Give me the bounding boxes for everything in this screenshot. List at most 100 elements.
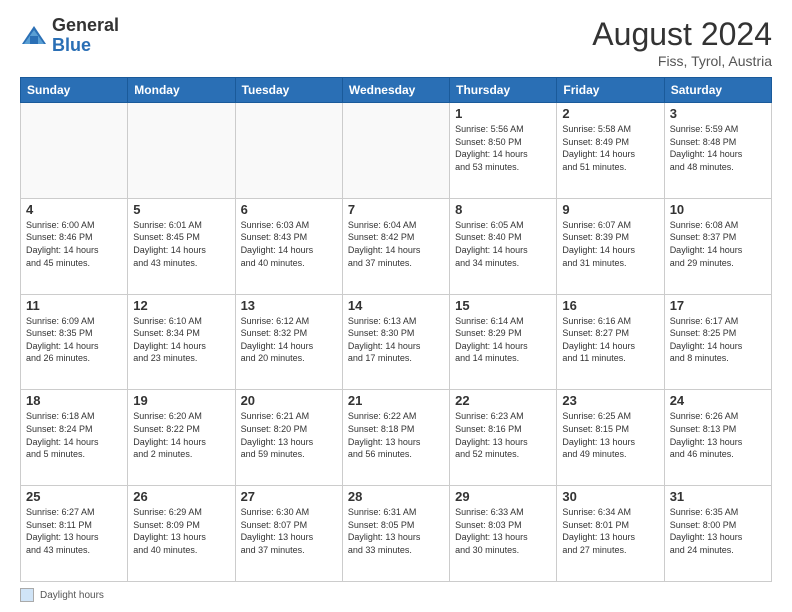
calendar-week-2: 4 Sunrise: 6:00 AM Sunset: 8:46 PM Daylig… xyxy=(21,198,772,294)
day-info: Sunrise: 6:14 AM Sunset: 8:29 PM Dayligh… xyxy=(455,315,551,365)
month-year: August 2024 xyxy=(592,16,772,53)
day-number: 31 xyxy=(670,489,766,504)
title-block: August 2024 Fiss, Tyrol, Austria xyxy=(592,16,772,69)
day-info: Sunrise: 6:08 AM Sunset: 8:37 PM Dayligh… xyxy=(670,219,766,269)
table-row xyxy=(21,103,128,199)
table-row: 7 Sunrise: 6:04 AM Sunset: 8:42 PM Daylig… xyxy=(342,198,449,294)
col-saturday: Saturday xyxy=(664,78,771,103)
day-info: Sunrise: 6:18 AM Sunset: 8:24 PM Dayligh… xyxy=(26,410,122,460)
table-row xyxy=(128,103,235,199)
day-number: 30 xyxy=(562,489,658,504)
day-number: 7 xyxy=(348,202,444,217)
calendar-week-3: 11 Sunrise: 6:09 AM Sunset: 8:35 PM Dayli… xyxy=(21,294,772,390)
table-row: 28Sunrise: 6:31 AM Sunset: 8:05 PM Dayli… xyxy=(342,486,449,582)
table-row: 22 Sunrise: 6:23 AM Sunset: 8:16 PM Dayli… xyxy=(450,390,557,486)
day-info: Sunrise: 6:23 AM Sunset: 8:16 PM Dayligh… xyxy=(455,410,551,460)
day-number: 17 xyxy=(670,298,766,313)
day-number: 3 xyxy=(670,106,766,121)
day-info: Sunrise: 6:01 AM Sunset: 8:45 PM Dayligh… xyxy=(133,219,229,269)
calendar-table: Sunday Monday Tuesday Wednesday Thursday… xyxy=(20,77,772,582)
logo-text: General Blue xyxy=(52,16,119,56)
table-row: 10 Sunrise: 6:08 AM Sunset: 8:37 PM Dayli… xyxy=(664,198,771,294)
day-info: Sunrise: 6:17 AM Sunset: 8:25 PM Dayligh… xyxy=(670,315,766,365)
footer: Daylight hours xyxy=(20,588,772,602)
table-row: 13Sunrise: 6:12 AM Sunset: 8:32 PM Dayli… xyxy=(235,294,342,390)
table-row: 16 Sunrise: 6:16 AM Sunset: 8:27 PM Dayli… xyxy=(557,294,664,390)
table-row: 8 Sunrise: 6:05 AM Sunset: 8:40 PM Daylig… xyxy=(450,198,557,294)
col-sunday: Sunday xyxy=(21,78,128,103)
day-info: Sunrise: 6:07 AM Sunset: 8:39 PM Dayligh… xyxy=(562,219,658,269)
day-info: Sunrise: 6:13 AM Sunset: 8:30 PM Dayligh… xyxy=(348,315,444,365)
table-row: 5 Sunrise: 6:01 AM Sunset: 8:45 PM Daylig… xyxy=(128,198,235,294)
table-row: 30Sunrise: 6:34 AM Sunset: 8:01 PM Dayli… xyxy=(557,486,664,582)
day-number: 20 xyxy=(241,393,337,408)
table-row: 17 Sunrise: 6:17 AM Sunset: 8:25 PM Dayli… xyxy=(664,294,771,390)
day-number: 8 xyxy=(455,202,551,217)
col-friday: Friday xyxy=(557,78,664,103)
day-number: 25 xyxy=(26,489,122,504)
day-number: 9 xyxy=(562,202,658,217)
logo-general-text: General xyxy=(52,16,119,36)
day-info: Sunrise: 6:22 AM Sunset: 8:18 PM Dayligh… xyxy=(348,410,444,460)
table-row: 27 Sunrise: 6:30 AM Sunset: 8:07 PM Dayli… xyxy=(235,486,342,582)
table-row: 25 Sunrise: 6:27 AM Sunset: 8:11 PM Dayli… xyxy=(21,486,128,582)
calendar-week-1: 1Sunrise: 5:56 AM Sunset: 8:50 PM Daylig… xyxy=(21,103,772,199)
day-number: 24 xyxy=(670,393,766,408)
col-monday: Monday xyxy=(128,78,235,103)
day-info: Sunrise: 6:00 AM Sunset: 8:46 PM Dayligh… xyxy=(26,219,122,269)
day-info: Sunrise: 6:33 AM Sunset: 8:03 PM Dayligh… xyxy=(455,506,551,556)
table-row: 1Sunrise: 5:56 AM Sunset: 8:50 PM Daylig… xyxy=(450,103,557,199)
table-row: 24 Sunrise: 6:26 AM Sunset: 8:13 PM Dayli… xyxy=(664,390,771,486)
day-info: Sunrise: 5:56 AM Sunset: 8:50 PM Dayligh… xyxy=(455,123,551,173)
table-row: 19Sunrise: 6:20 AM Sunset: 8:22 PM Dayli… xyxy=(128,390,235,486)
day-number: 23 xyxy=(562,393,658,408)
day-number: 27 xyxy=(241,489,337,504)
day-number: 11 xyxy=(26,298,122,313)
legend-label: Daylight hours xyxy=(40,590,104,601)
table-row: 6Sunrise: 6:03 AM Sunset: 8:43 PM Daylig… xyxy=(235,198,342,294)
day-info: Sunrise: 6:26 AM Sunset: 8:13 PM Dayligh… xyxy=(670,410,766,460)
table-row: 11 Sunrise: 6:09 AM Sunset: 8:35 PM Dayli… xyxy=(21,294,128,390)
day-number: 18 xyxy=(26,393,122,408)
day-number: 2 xyxy=(562,106,658,121)
location: Fiss, Tyrol, Austria xyxy=(592,53,772,69)
day-number: 5 xyxy=(133,202,229,217)
day-info: Sunrise: 6:27 AM Sunset: 8:11 PM Dayligh… xyxy=(26,506,122,556)
day-info: Sunrise: 6:21 AM Sunset: 8:20 PM Dayligh… xyxy=(241,410,337,460)
calendar-header-row: Sunday Monday Tuesday Wednesday Thursday… xyxy=(21,78,772,103)
table-row: 26 Sunrise: 6:29 AM Sunset: 8:09 PM Dayli… xyxy=(128,486,235,582)
day-info: Sunrise: 6:03 AM Sunset: 8:43 PM Dayligh… xyxy=(241,219,337,269)
day-number: 22 xyxy=(455,393,551,408)
page: General Blue August 2024 Fiss, Tyrol, Au… xyxy=(0,0,792,612)
table-row: 21Sunrise: 6:22 AM Sunset: 8:18 PM Dayli… xyxy=(342,390,449,486)
day-info: Sunrise: 6:05 AM Sunset: 8:40 PM Dayligh… xyxy=(455,219,551,269)
table-row: 4 Sunrise: 6:00 AM Sunset: 8:46 PM Daylig… xyxy=(21,198,128,294)
table-row: 29 Sunrise: 6:33 AM Sunset: 8:03 PM Dayli… xyxy=(450,486,557,582)
day-info: Sunrise: 6:04 AM Sunset: 8:42 PM Dayligh… xyxy=(348,219,444,269)
day-number: 4 xyxy=(26,202,122,217)
day-info: Sunrise: 6:20 AM Sunset: 8:22 PM Dayligh… xyxy=(133,410,229,460)
legend-box xyxy=(20,588,34,602)
day-number: 29 xyxy=(455,489,551,504)
day-number: 26 xyxy=(133,489,229,504)
day-info: Sunrise: 6:10 AM Sunset: 8:34 PM Dayligh… xyxy=(133,315,229,365)
day-info: Sunrise: 6:09 AM Sunset: 8:35 PM Dayligh… xyxy=(26,315,122,365)
day-info: Sunrise: 5:59 AM Sunset: 8:48 PM Dayligh… xyxy=(670,123,766,173)
table-row: 23Sunrise: 6:25 AM Sunset: 8:15 PM Dayli… xyxy=(557,390,664,486)
table-row: 14 Sunrise: 6:13 AM Sunset: 8:30 PM Dayli… xyxy=(342,294,449,390)
table-row: 12Sunrise: 6:10 AM Sunset: 8:34 PM Dayli… xyxy=(128,294,235,390)
day-number: 10 xyxy=(670,202,766,217)
day-info: Sunrise: 6:30 AM Sunset: 8:07 PM Dayligh… xyxy=(241,506,337,556)
calendar-week-5: 25 Sunrise: 6:27 AM Sunset: 8:11 PM Dayli… xyxy=(21,486,772,582)
col-tuesday: Tuesday xyxy=(235,78,342,103)
table-row: 3 Sunrise: 5:59 AM Sunset: 8:48 PM Daylig… xyxy=(664,103,771,199)
table-row: 31Sunrise: 6:35 AM Sunset: 8:00 PM Dayli… xyxy=(664,486,771,582)
day-number: 13 xyxy=(241,298,337,313)
table-row: 20 Sunrise: 6:21 AM Sunset: 8:20 PM Dayli… xyxy=(235,390,342,486)
table-row: 9 Sunrise: 6:07 AM Sunset: 8:39 PM Daylig… xyxy=(557,198,664,294)
table-row xyxy=(342,103,449,199)
day-number: 14 xyxy=(348,298,444,313)
day-info: Sunrise: 6:16 AM Sunset: 8:27 PM Dayligh… xyxy=(562,315,658,365)
day-number: 16 xyxy=(562,298,658,313)
day-info: Sunrise: 6:29 AM Sunset: 8:09 PM Dayligh… xyxy=(133,506,229,556)
